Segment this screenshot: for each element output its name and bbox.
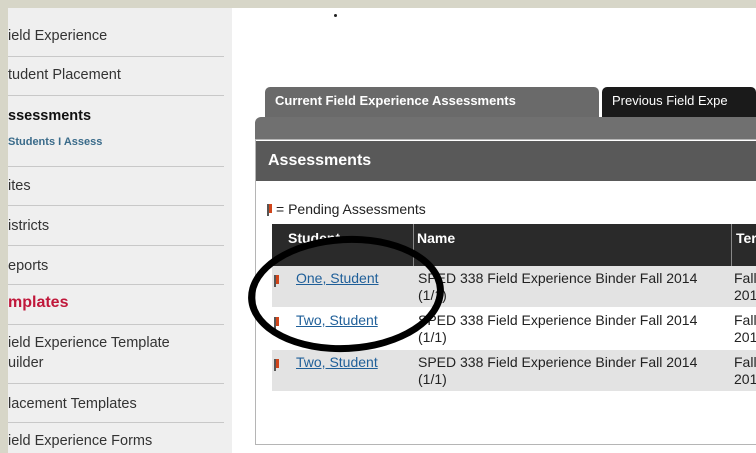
assessment-term: Fall 201 [734, 312, 756, 345]
sidebar-divider [8, 284, 224, 285]
sidebar-item-field-experience-template-builder-line2[interactable]: uilder [8, 355, 224, 371]
pending-legend-text: = Pending Assessments [276, 201, 426, 217]
sidebar-item-field-experience-template-builder[interactable]: ield Experience Template [8, 335, 224, 351]
sidebar-item-student-placement[interactable]: tudent Placement [8, 67, 224, 83]
panel-title: Assessments [256, 141, 756, 181]
sidebar-item-sites[interactable]: ites [8, 178, 224, 194]
tab-current-field-experience-assessments[interactable]: Current Field Experience Assessments [265, 87, 599, 117]
sidebar-divider [8, 422, 224, 423]
sidebar: ield Experience tudent Placement ssessme… [8, 8, 232, 453]
student-link[interactable]: One, Student [296, 270, 414, 287]
assessment-name: SPED 338 Field Experience Binder Fall 20… [418, 354, 698, 387]
sidebar-divider [8, 56, 224, 57]
table-row: Two, Student SPED 338 Field Experience B… [272, 308, 756, 350]
assessment-name: SPED 338 Field Experience Binder Fall 20… [418, 312, 698, 345]
sidebar-divider [8, 383, 224, 384]
tab-content-bar [255, 117, 756, 139]
column-header-student[interactable]: Student [288, 224, 406, 266]
sidebar-item-placement-templates[interactable]: lacement Templates [8, 396, 224, 412]
tab-previous-field-experience-assessments[interactable]: Previous Field Expe [602, 87, 756, 117]
sidebar-item-districts[interactable]: istricts [8, 218, 224, 234]
table-header: Student Name Ter [272, 224, 756, 266]
pending-flag-icon [274, 356, 284, 373]
sidebar-item-assessments[interactable]: ssessments [8, 108, 224, 124]
sidebar-divider [8, 95, 224, 96]
sidebar-item-field-experience-forms[interactable]: ield Experience Forms [8, 433, 224, 449]
sidebar-subitem-students-i-assess[interactable]: Students I Assess [8, 136, 224, 148]
pending-flag-icon [267, 204, 272, 216]
table-row: One, Student SPED 338 Field Experience B… [272, 266, 756, 308]
assessment-term: Fall 201 [734, 270, 756, 303]
student-link[interactable]: Two, Student [296, 312, 414, 329]
sidebar-divider [8, 324, 224, 325]
column-header-term[interactable]: Ter [731, 224, 756, 266]
pending-flag-icon [274, 272, 284, 289]
sidebar-item-reports[interactable]: eports [8, 258, 224, 274]
sidebar-divider [8, 166, 224, 167]
pending-legend: = Pending Assessments [267, 201, 426, 217]
student-link[interactable]: Two, Student [296, 354, 414, 371]
sidebar-divider [8, 205, 224, 206]
sidebar-item-field-experience[interactable]: ield Experience [8, 28, 224, 44]
pending-flag-icon [274, 314, 284, 331]
table-row: Two, Student SPED 338 Field Experience B… [272, 350, 756, 392]
stray-dot [334, 14, 337, 17]
assessment-name: SPED 338 Field Experience Binder Fall 20… [418, 270, 698, 303]
assessment-term: Fall 201 [734, 354, 756, 387]
sidebar-item-templates[interactable]: mplates [8, 294, 224, 312]
sidebar-divider [8, 245, 224, 246]
page-frame: ield Experience tudent Placement ssessme… [8, 8, 756, 453]
column-header-name[interactable]: Name [413, 224, 731, 266]
